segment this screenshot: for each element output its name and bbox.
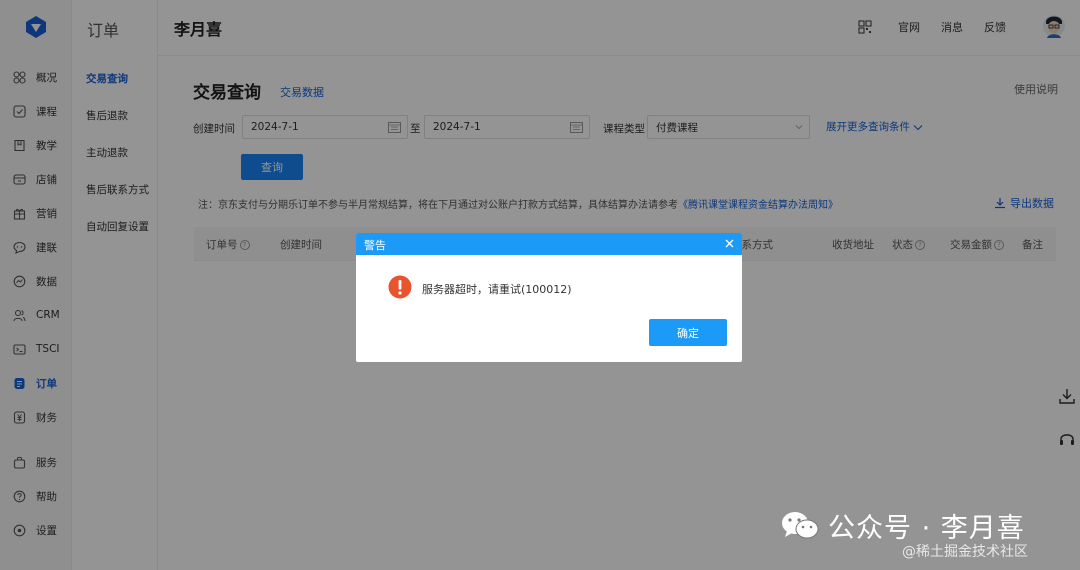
watermark: 公众号 · 李月喜 <box>780 506 1025 545</box>
confirm-button[interactable]: 确定 <box>649 319 727 346</box>
wechat-icon <box>782 511 819 538</box>
warning-dialog: 警告 服务器超时，请重试(100012) 确定 <box>356 233 742 362</box>
dialog-title: 警告 <box>364 239 386 252</box>
dialog-header: 警告 <box>356 233 742 255</box>
dialog-message: 服务器超时，请重试(100012) <box>422 283 572 296</box>
watermark-source: @稀土掘金技术社区 <box>902 544 1028 560</box>
warning-icon <box>388 275 412 299</box>
app: 概况 课程 教学 店铺 营销 建联 数据 CRM TSCI 订单 财务 服务 帮… <box>0 0 1080 570</box>
close-icon[interactable] <box>724 238 735 249</box>
watermark-text: 公众号 · 李月喜 <box>828 513 1025 544</box>
